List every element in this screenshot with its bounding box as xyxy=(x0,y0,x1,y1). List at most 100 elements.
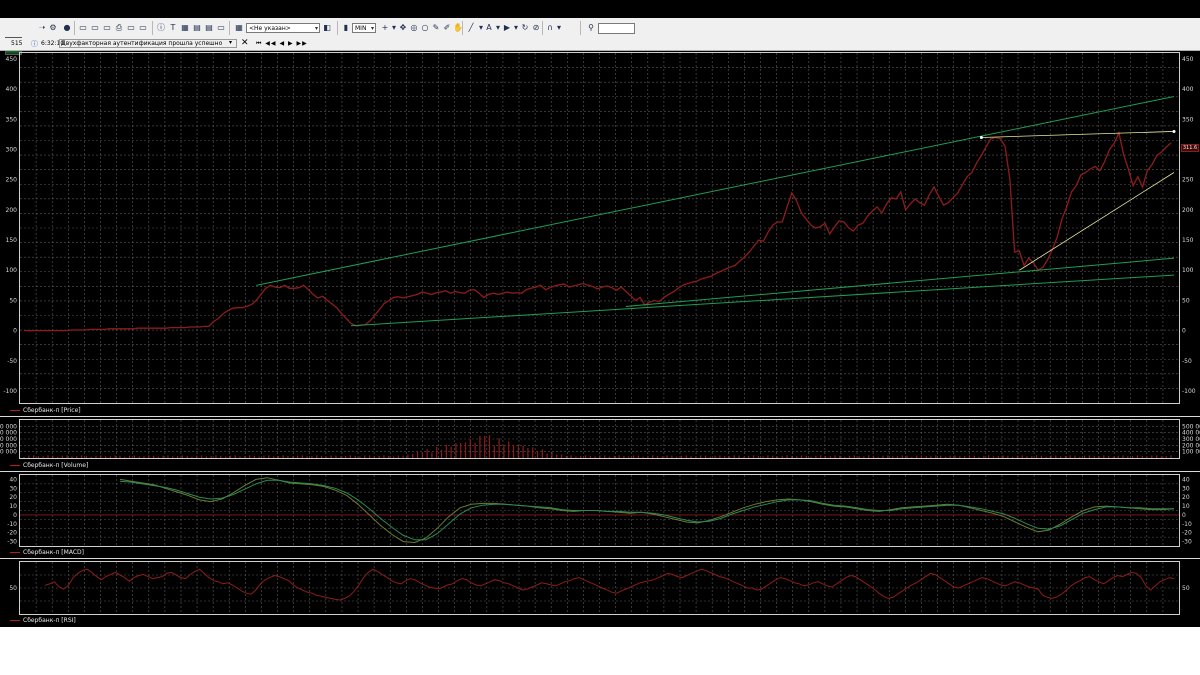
window-icon[interactable]: ▭ xyxy=(90,22,100,33)
volume-bar xyxy=(632,455,635,458)
volume-bar xyxy=(364,455,366,458)
text-icon[interactable]: T xyxy=(168,22,178,33)
volume-bar xyxy=(604,455,606,458)
volume-bar xyxy=(277,456,279,458)
connect-icon[interactable]: ⚙ xyxy=(48,22,58,33)
volume-bar xyxy=(1098,456,1100,458)
trend-line-middle xyxy=(625,257,1175,307)
grid-icon[interactable]: ▦ xyxy=(180,22,190,33)
pen-icon[interactable]: ✐ xyxy=(442,22,452,33)
search-icon[interactable]: ⚲ xyxy=(586,22,596,33)
line-tool-icon[interactable]: ╱ xyxy=(466,22,476,33)
volume-bar xyxy=(858,456,860,458)
chevron-down-icon[interactable]: ▾ xyxy=(554,22,564,33)
volume-bar xyxy=(935,455,937,458)
rsi-line xyxy=(44,568,1175,601)
trend-line-lower xyxy=(351,274,1175,327)
volume-bar xyxy=(800,455,803,458)
volume-bar xyxy=(1146,456,1148,458)
message-box[interactable] xyxy=(59,39,237,48)
volume-panel[interactable] xyxy=(19,419,1180,459)
macd-panel[interactable] xyxy=(19,474,1180,547)
volume-bar xyxy=(383,455,385,458)
period-dropdown[interactable]: MIN ▾ xyxy=(352,23,376,33)
macd-line xyxy=(119,477,1175,544)
volume-bar xyxy=(143,456,145,458)
panel-divider[interactable] xyxy=(0,471,1200,472)
volume-bar xyxy=(205,456,207,458)
table-icon[interactable]: ▤ xyxy=(192,22,202,33)
volume-bar xyxy=(90,456,92,458)
volume-bar xyxy=(119,455,121,458)
price-axis-left-tick-label: 400 xyxy=(6,86,18,93)
price-axis-right-tick-label: 250 xyxy=(1182,177,1194,184)
volume-bar xyxy=(608,456,611,458)
move-icon[interactable]: ✥ xyxy=(398,22,408,33)
volume-bar xyxy=(1084,455,1086,458)
instrument-filter-dropdown[interactable]: <Не указан> ▾ xyxy=(246,23,320,33)
search-input[interactable] xyxy=(598,23,635,34)
window-icon[interactable]: ▭ xyxy=(78,22,88,33)
volume-bar xyxy=(973,455,975,458)
window-icon[interactable]: ▭ xyxy=(102,22,112,33)
macd-axis-right-tick-label: 40 xyxy=(1182,476,1190,483)
print-icon[interactable]: ⎙ xyxy=(114,22,124,33)
trend-anchor-point xyxy=(1172,129,1176,133)
new-icon[interactable]: ➝ xyxy=(37,22,47,33)
info-icon[interactable]: ⓘ xyxy=(156,22,166,33)
playback-controls[interactable]: ⏮ ◀◀ ◀ ▶ ▶▶ xyxy=(256,40,308,48)
price-axis-left-tick-label: 300 xyxy=(6,147,18,154)
volume-bar xyxy=(493,445,495,458)
chevron-down-icon[interactable]: ▾ xyxy=(229,39,232,46)
macd-axis-right-tick-label: -20 xyxy=(1182,530,1192,537)
volume-bar xyxy=(109,456,111,458)
close-icon[interactable]: ✕ xyxy=(241,38,249,49)
window-icon[interactable]: ▭ xyxy=(216,22,226,33)
volume-bar xyxy=(133,455,135,458)
volume-bar xyxy=(354,455,356,458)
volume-bar xyxy=(1012,456,1014,458)
volume-bar xyxy=(949,455,951,458)
volume-bar xyxy=(498,438,500,458)
volume-bar xyxy=(114,455,116,458)
panel-divider[interactable] xyxy=(0,416,1200,417)
volume-bar xyxy=(191,456,193,458)
volume-bar xyxy=(152,455,155,458)
list-icon[interactable]: ▤ xyxy=(204,22,214,33)
pen-icon[interactable]: ✎ xyxy=(431,22,441,33)
volume-bar xyxy=(762,456,764,458)
volume-bar xyxy=(656,456,659,458)
window-icon[interactable]: ▭ xyxy=(138,22,148,33)
panel-divider[interactable] xyxy=(0,558,1200,559)
target-icon[interactable]: ◎ xyxy=(409,22,419,33)
volume-bar xyxy=(1016,455,1019,458)
volume-bar xyxy=(407,454,409,458)
calendar-icon[interactable]: ▦ xyxy=(234,22,244,33)
macd-axis-left-tick-label: 0 xyxy=(13,512,17,519)
volume-bar xyxy=(124,456,126,458)
settings-icon[interactable]: ● xyxy=(62,22,72,33)
circle-icon[interactable]: ○ xyxy=(420,22,430,33)
macd-axis-left-tick-label: -20 xyxy=(7,530,17,537)
volume-bar xyxy=(234,455,236,458)
volume-bar xyxy=(258,456,260,458)
refresh-icon[interactable]: ↻ xyxy=(520,22,530,33)
volume-bar xyxy=(388,455,390,458)
rsi-panel[interactable] xyxy=(19,561,1180,615)
price-legend: Сбербанк-п [Price] xyxy=(10,407,81,414)
price-panel[interactable] xyxy=(19,52,1180,404)
volume-bar xyxy=(642,456,644,458)
volume-bar xyxy=(474,442,476,458)
chart-type-icon[interactable]: ▮ xyxy=(341,22,351,33)
macd-axis-right-tick-label: 10 xyxy=(1182,503,1190,510)
volume-bar xyxy=(532,447,534,458)
filter-icon[interactable]: ◧ xyxy=(322,22,332,33)
volume-bar xyxy=(503,444,505,458)
volume-bar xyxy=(373,456,375,458)
window-icon[interactable]: ▭ xyxy=(126,22,136,33)
volume-bar xyxy=(359,456,361,458)
volume-bar xyxy=(340,456,342,458)
no-entry-icon[interactable]: ⊘ xyxy=(531,22,541,33)
price-legend-label: Сбербанк-п [Price] xyxy=(23,407,81,414)
volume-bar xyxy=(997,456,999,458)
